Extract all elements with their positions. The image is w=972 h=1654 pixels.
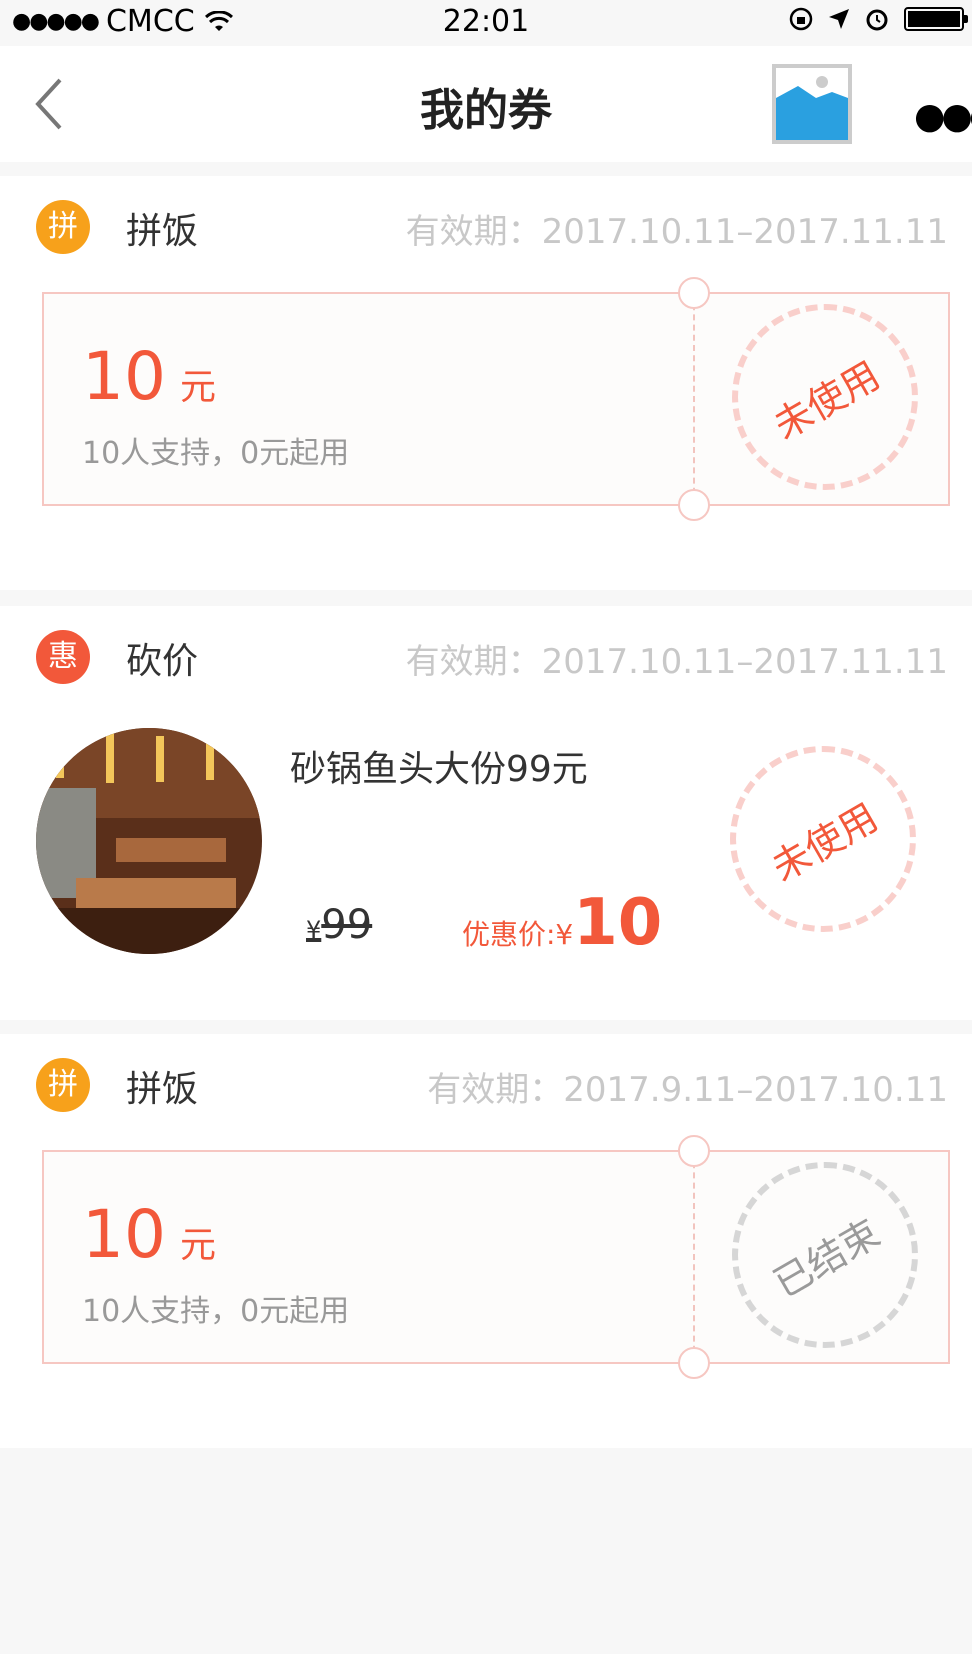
coupon-support-text: 10人支持，0元起用 xyxy=(82,436,350,471)
original-price-symbol: ¥ xyxy=(306,916,322,944)
amount-value: 10 xyxy=(82,338,166,415)
coupon-card[interactable]: 拼 拼饭 有效期：2017.10.11–2017.11.11 10 元 10人支持… xyxy=(0,176,972,590)
coupon-amount: 10 元 xyxy=(82,338,216,415)
promo-price-value: 10 xyxy=(573,886,663,960)
deal-image xyxy=(36,728,262,954)
deal-title: 砂锅鱼头大份99元 xyxy=(290,749,588,790)
coupon-type-label: 拼饭 xyxy=(126,1069,199,1110)
promo-price-label: 优惠价:¥ xyxy=(462,918,574,951)
original-price: ¥99 xyxy=(306,902,372,948)
alarm-clock-icon xyxy=(866,9,888,31)
ticket-notch xyxy=(678,489,710,521)
coupon-type-badge: 惠 xyxy=(36,630,90,684)
promo-price: 优惠价:¥10 xyxy=(462,886,662,960)
coupon-type-badge: 拼 xyxy=(36,200,90,254)
ticket-notch xyxy=(678,1347,710,1379)
rotation-lock-icon xyxy=(789,7,813,31)
ticket-divider xyxy=(693,294,695,504)
status-stamp-label: 未使用 xyxy=(764,794,886,890)
coupon-type-label: 砍价 xyxy=(126,641,199,682)
coupon-ticket[interactable]: 10 元 10人支持，0元起用 未使用 xyxy=(42,277,950,521)
battery-icon xyxy=(904,7,968,31)
more-dots-icon[interactable]: ●●● xyxy=(914,96,972,137)
coupon-ticket[interactable]: 10 元 10人支持，0元起用 已结束 xyxy=(42,1135,950,1379)
coupon-type-label: 拼饭 xyxy=(126,211,199,252)
image-placeholder-icon[interactable] xyxy=(772,64,852,144)
coupon-support-text: 10人支持，0元起用 xyxy=(82,1294,350,1329)
status-stamp: 未使用 xyxy=(732,304,918,490)
ticket-notch xyxy=(678,1135,710,1167)
amount-unit: 元 xyxy=(179,367,216,408)
nav-bar: 我的券 ●●● xyxy=(0,46,972,162)
validity-period: 有效期：2017.10.11–2017.11.11 xyxy=(405,642,948,682)
status-stamp: 已结束 xyxy=(732,1162,918,1348)
validity-period: 有效期：2017.9.11–2017.10.11 xyxy=(427,1070,948,1110)
status-stamp: 未使用 xyxy=(730,746,916,932)
coupon-card[interactable]: 拼 拼饭 有效期：2017.9.11–2017.10.11 10 元 10人支持，… xyxy=(0,1034,972,1448)
amount-value: 10 xyxy=(82,1196,166,1273)
validity-period: 有效期：2017.10.11–2017.11.11 xyxy=(405,212,948,252)
coupon-amount: 10 元 xyxy=(82,1196,216,1273)
status-stamp-label: 已结束 xyxy=(766,1210,888,1306)
status-stamp-label: 未使用 xyxy=(766,352,888,448)
location-arrow-icon xyxy=(829,9,849,29)
ticket-divider xyxy=(693,1152,695,1362)
amount-unit: 元 xyxy=(179,1225,216,1266)
status-bar: ●●●●● CMCC 22:01 xyxy=(0,0,972,46)
original-price-value: 99 xyxy=(321,902,373,948)
ticket-notch xyxy=(678,277,710,309)
coupon-type-badge: 拼 xyxy=(36,1058,90,1112)
